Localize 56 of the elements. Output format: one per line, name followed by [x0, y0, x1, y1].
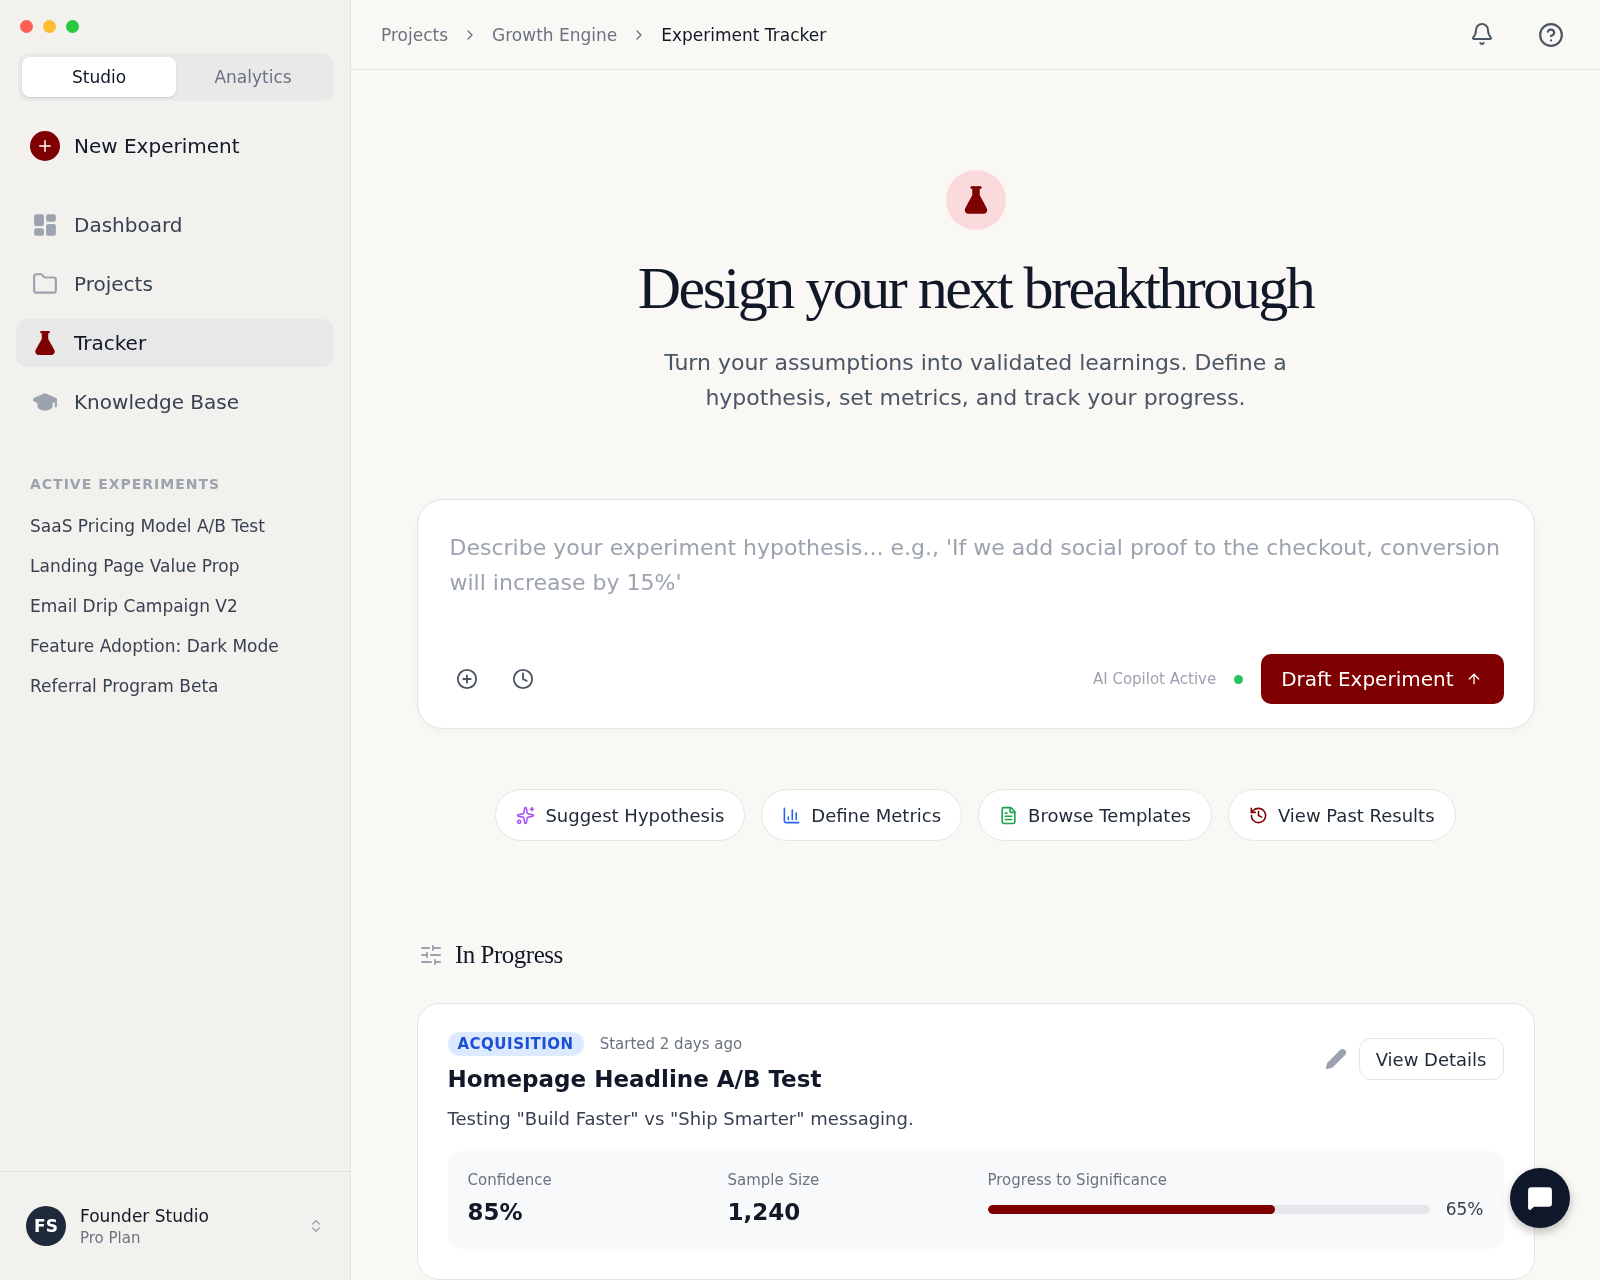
account-name: Founder Studio [80, 1205, 210, 1226]
folder-icon [32, 271, 58, 297]
flask-icon [32, 330, 58, 356]
progress-reading: 65% [1445, 1199, 1484, 1219]
view-details-button[interactable]: View Details [1358, 1038, 1504, 1080]
bar-chart-icon [782, 805, 802, 825]
nav-item[interactable]: Tracker [16, 319, 334, 367]
hypothesis-field[interactable]: Describe your experiment hypothesis... e.g., 'If we add social proof to the checkout, conversion will increase by 15%' AI Copilot Active Draft Experiment [416, 499, 1535, 729]
breadcrumb-link[interactable]: Projects [381, 24, 449, 45]
quick-action-button[interactable]: View Past Results [1227, 789, 1456, 841]
nav-item[interactable]: Dashboard [16, 201, 334, 249]
experiment-title: Homepage Headline A/B Test [447, 1066, 823, 1092]
copilot-status: AI Copilot Active [1093, 670, 1217, 688]
start-date: Started 2 days ago [599, 1035, 743, 1053]
account-panel[interactable]: FS Founder Studio Pro Plan [0, 1171, 350, 1280]
section-heading: ACTIVE EXPERIMENTS [30, 476, 222, 492]
document-icon [999, 805, 1019, 825]
subtitle: Turn your assumptions into validated learnings. Define a hypothesis, set metrics, and track your progress. [663, 349, 1288, 412]
stat-value: 85% [467, 1199, 524, 1225]
close-window-button[interactable] [20, 20, 33, 33]
experiment-link[interactable]: SaaS Pricing Model A/B Test [30, 506, 350, 546]
quick-action-button[interactable]: Suggest Hypothesis [495, 789, 746, 841]
breadcrumb-link[interactable]: Experiment Tracker [661, 24, 827, 45]
nav-item[interactable]: Knowledge Base [16, 378, 334, 426]
stat-value: 1,240 [727, 1199, 802, 1225]
avatar: FS [26, 1206, 66, 1246]
plus-icon [30, 131, 60, 161]
chat-icon [1527, 1185, 1553, 1211]
history-icon [1248, 805, 1268, 825]
sparkles-icon [516, 805, 536, 825]
stat-label: Sample Size [727, 1171, 821, 1189]
chat-button[interactable] [1510, 1168, 1570, 1228]
experiment-link[interactable]: Referral Program Beta [30, 666, 350, 706]
experiment-link[interactable]: Feature Adoption: Dark Mode [30, 626, 350, 666]
draft-experiment-button[interactable]: Draft Experiment [1261, 654, 1504, 704]
page-title: Design your next breakthrough [637, 254, 1314, 323]
section-title: In Progress [455, 941, 563, 969]
stat-label: Progress to Significance [987, 1171, 1168, 1189]
dashboard-icon [32, 212, 58, 238]
mode-tab[interactable]: Analytics [176, 57, 330, 97]
nav-item[interactable]: Projects [16, 260, 334, 308]
mode-tab[interactable]: Studio [22, 57, 176, 97]
new-experiment-button[interactable]: New Experiment [30, 131, 350, 161]
quick-action-button[interactable]: Browse Templates [978, 789, 1212, 841]
breadcrumb-link[interactable]: Growth Engine [492, 24, 618, 45]
sliders-icon [419, 943, 443, 967]
edit-icon[interactable] [1324, 1048, 1347, 1070]
help-icon[interactable] [1538, 21, 1564, 48]
plan-label: Pro Plan [80, 1228, 142, 1247]
experiment-description: Testing "Build Faster" vs "Ship Smarter" messaging. [447, 1108, 915, 1129]
experiment-link[interactable]: Landing Page Value Prop [30, 546, 350, 586]
bell-icon[interactable] [1470, 21, 1494, 46]
quick-action-button[interactable]: Define Metrics [761, 789, 963, 841]
category-tag: ACQUISITION [447, 1032, 584, 1056]
experiment-link[interactable]: Email Drip Campaign V2 [30, 586, 350, 626]
stat-label: Confidence [467, 1171, 553, 1189]
